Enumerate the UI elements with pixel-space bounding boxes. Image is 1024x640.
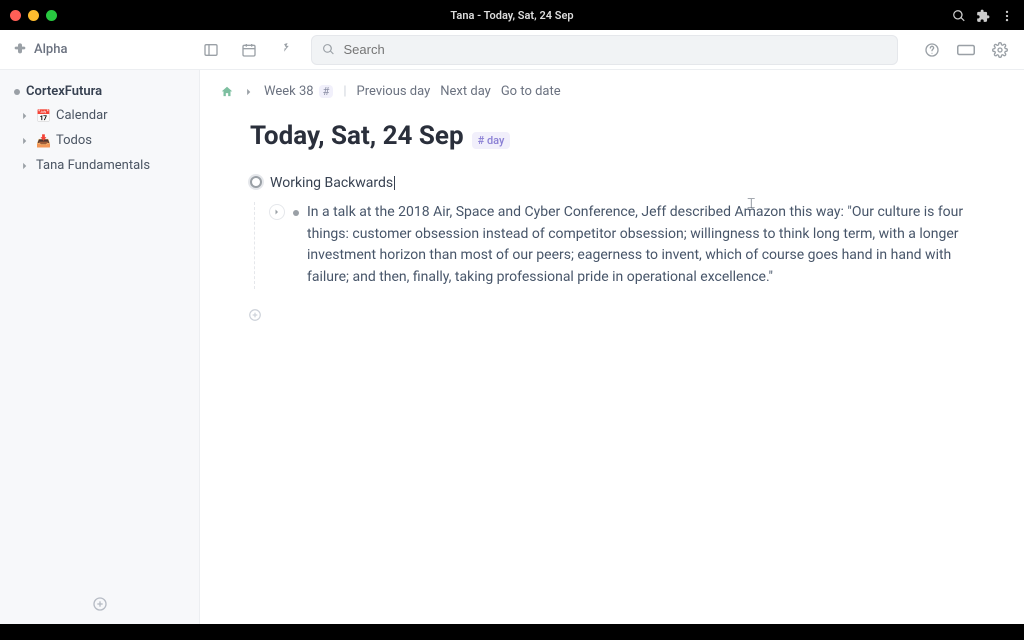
go-to-date-link[interactable]: Go to date [501, 84, 561, 99]
keyboard-icon[interactable] [952, 36, 980, 64]
close-window-button[interactable] [10, 10, 21, 21]
home-crumb[interactable] [220, 85, 234, 99]
app-toolbar: Alpha [0, 30, 1024, 70]
search-input[interactable] [343, 42, 887, 57]
search-icon [322, 43, 335, 56]
window-title: Tana - Today, Sat, 24 Sep [0, 9, 1024, 22]
inbox-emoji-icon: 📥 [36, 134, 50, 148]
sidebar-item-todos[interactable]: 📥 Todos [8, 128, 191, 153]
main-pane: Week 38 # | Previous day Next day Go to … [200, 70, 1024, 624]
sidebar-title-label: CortexFutura [26, 84, 102, 99]
sidebar-item-calendar[interactable]: 📅 Calendar [8, 103, 191, 128]
chevron-right-icon [244, 87, 254, 97]
sidebar: CortexFutura 📅 Calendar 📥 Todos Tana Fun… [0, 70, 200, 624]
node-bullet-icon[interactable] [250, 176, 262, 188]
sidebar-item-label: Todos [56, 133, 92, 148]
add-node-button[interactable] [248, 307, 996, 326]
node-text[interactable]: Working Backwards [270, 173, 395, 194]
add-sidebar-item-button[interactable] [92, 596, 108, 616]
breadcrumb-separator: | [343, 84, 346, 99]
previous-day-link[interactable]: Previous day [357, 84, 431, 99]
help-icon[interactable] [918, 36, 946, 64]
traffic-lights [10, 10, 57, 21]
extensions-icon[interactable] [976, 8, 990, 22]
node-bullet-icon[interactable] [293, 210, 299, 216]
workspace-name: Alpha [34, 42, 67, 57]
sidebar-item-label: Calendar [56, 108, 108, 123]
bullet-icon [14, 89, 20, 95]
outline-node[interactable]: Working Backwards [250, 173, 996, 194]
calendar-emoji-icon: 📅 [36, 109, 50, 123]
settings-icon[interactable] [986, 36, 1014, 64]
week-crumb[interactable]: Week 38 # [264, 84, 333, 99]
window-footer [0, 624, 1024, 640]
sidebar-workspace-title[interactable]: CortexFutura [8, 80, 191, 103]
search-box[interactable] [311, 35, 898, 65]
day-tag[interactable]: # day [472, 132, 511, 149]
sidebar-item-label: Tana Fundamentals [36, 158, 150, 173]
expand-toggle[interactable] [269, 204, 285, 220]
window-titlebar: Tana - Today, Sat, 24 Sep [0, 0, 1024, 30]
page-title: Today, Sat, 24 Sep # day [250, 121, 996, 151]
home-icon [220, 85, 234, 99]
child-node-text[interactable]: In a talk at the 2018 Air, Space and Cyb… [307, 202, 996, 289]
sidebar-item-fundamentals[interactable]: Tana Fundamentals [8, 153, 191, 178]
week-label: Week 38 [264, 84, 314, 99]
zoom-icon[interactable] [952, 8, 966, 22]
outline: Working Backwards In a talk at the 2018 … [250, 173, 996, 326]
fullscreen-window-button[interactable] [46, 10, 57, 21]
workspace-switcher[interactable]: Alpha [12, 42, 67, 58]
minimize-window-button[interactable] [28, 10, 39, 21]
chevron-right-icon [273, 208, 281, 216]
sidebar-toggle-icon[interactable] [197, 36, 225, 64]
chevron-right-icon [20, 111, 30, 121]
outline-child-node[interactable]: In a talk at the 2018 Air, Space and Cyb… [254, 202, 996, 289]
tana-logo-icon [12, 42, 28, 58]
text-cursor [394, 176, 395, 190]
breadcrumb: Week 38 # | Previous day Next day Go to … [220, 84, 996, 99]
overflow-menu-icon[interactable] [1000, 8, 1014, 22]
chevron-right-icon [20, 161, 30, 171]
app-chrome: Alpha [0, 30, 1024, 624]
quick-capture-icon[interactable] [273, 36, 301, 64]
page-title-text[interactable]: Today, Sat, 24 Sep [250, 121, 464, 151]
next-day-link[interactable]: Next day [440, 84, 491, 99]
hash-tag: # [319, 85, 334, 98]
chevron-right-icon [20, 136, 30, 146]
calendar-icon[interactable] [235, 36, 263, 64]
